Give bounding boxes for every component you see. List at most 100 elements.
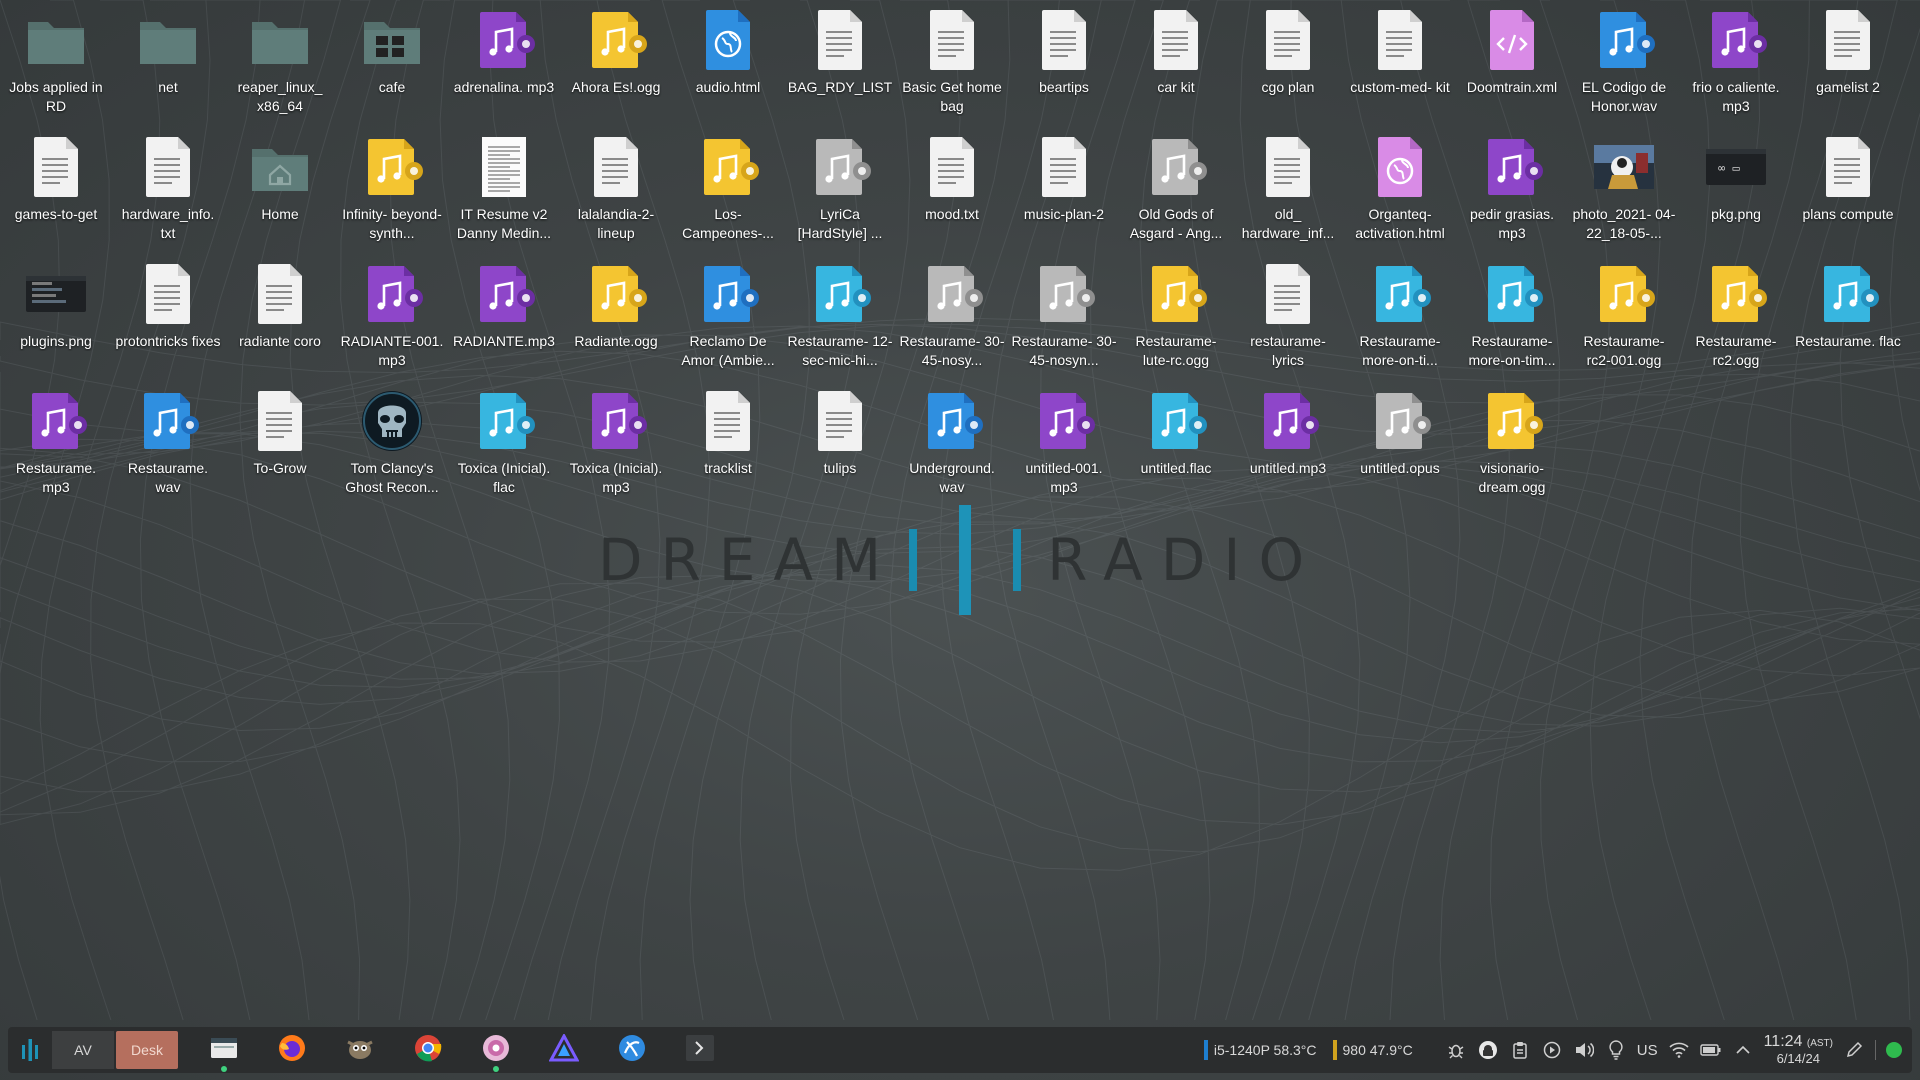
app-launcher-button[interactable] (8, 1030, 52, 1070)
desktop-item[interactable]: restaurame- lyrics (1234, 256, 1342, 380)
firefox-task[interactable] (258, 1030, 326, 1070)
desktop-item[interactable]: Restaurame- more-on-ti... (1346, 256, 1454, 380)
desktop-item[interactable]: Infinity- beyond-synth... (338, 129, 446, 253)
desktop-item[interactable]: LyriCa [HardStyle] ... (786, 129, 894, 253)
gpu-monitor[interactable]: 980 47.9°C (1332, 1040, 1413, 1060)
desktop-item-label: restaurame- lyrics (1250, 333, 1326, 368)
desktop-item[interactable]: custom-med- kit (1346, 2, 1454, 126)
vpn-icon[interactable] (1477, 1039, 1499, 1061)
desktop-item[interactable]: Restaurame- more-on-tim... (1458, 256, 1566, 380)
audio-file-icon (136, 389, 200, 453)
desktop-item[interactable]: Basic Get home bag (898, 2, 1006, 126)
desktop-item[interactable]: gamelist 2 (1794, 2, 1902, 126)
media-play-icon[interactable] (1541, 1039, 1563, 1061)
desktop-item[interactable]: Restaurame- 12-sec-mic-hi... (786, 256, 894, 380)
desktop-item[interactable]: Underground. wav (898, 383, 1006, 507)
desktop-item[interactable]: plans compute (1794, 129, 1902, 253)
desktop-item[interactable]: cgo plan (1234, 2, 1342, 126)
desktop-item[interactable]: ∞ ▭ pkg.png (1682, 129, 1790, 253)
desktop-item[interactable]: radiante coro (226, 256, 334, 380)
desktop-item[interactable]: frio o caliente. mp3 (1682, 2, 1790, 126)
desktop-item-label: BAG_RDY_LIST (787, 79, 893, 95)
desktop-item[interactable]: untitled-001. mp3 (1010, 383, 1118, 507)
text-file-icon (1816, 135, 1880, 199)
folder-icon (24, 8, 88, 72)
bug-icon[interactable] (1445, 1039, 1467, 1061)
desktop-item[interactable]: EL Codigo de Honor.wav (1570, 2, 1678, 126)
desktop-item[interactable]: Radiante.ogg (562, 256, 670, 380)
desktop-item[interactable]: Old Gods of Asgard - Ang... (1122, 129, 1230, 253)
desktop-item[interactable]: cafe (338, 2, 446, 126)
desktop-item[interactable]: Los- Campeones-... (674, 129, 782, 253)
desktop-item[interactable]: To-Grow (226, 383, 334, 507)
desktop-item[interactable]: old_ hardware_inf... (1234, 129, 1342, 253)
desktop-item[interactable]: lalalandia-2- lineup (562, 129, 670, 253)
lightbulb-icon[interactable] (1605, 1039, 1627, 1061)
desktop-item[interactable]: Restaurame- 30-45-nosyn... (1010, 256, 1118, 380)
desktop-item-label: Restaurame. flac (1795, 333, 1901, 349)
cpu-monitor[interactable]: i5-1240P 58.3°C (1203, 1040, 1317, 1060)
desktop-item[interactable]: BAG_RDY_LIST (786, 2, 894, 126)
desktop-item[interactable]: adrenalina. mp3 (450, 2, 558, 126)
desktop-item[interactable]: net (114, 2, 222, 126)
desktop-item[interactable]: untitled.mp3 (1234, 383, 1342, 507)
file-manager-task[interactable] (190, 1030, 258, 1072)
desktop-item[interactable]: mood.txt (898, 129, 1006, 253)
desktop-item[interactable]: tulips (786, 383, 894, 507)
desktop-item[interactable]: Reclamo De Amor (Ambie... (674, 256, 782, 380)
chrome-task[interactable] (394, 1030, 462, 1070)
gimp-task[interactable] (326, 1030, 394, 1070)
desktop-item[interactable]: Restaurame- 30-45-nosy... (898, 256, 1006, 380)
virtual-desktop-desk[interactable]: Desk (116, 1031, 178, 1069)
desktop-item-label: net (158, 79, 178, 95)
desktop-item[interactable]: Restaurame- lute-rc.ogg (1122, 256, 1230, 380)
clipboard-icon[interactable] (1509, 1039, 1531, 1061)
desktop-item[interactable]: tracklist (674, 383, 782, 507)
desktop-item[interactable]: untitled.flac (1122, 383, 1230, 507)
triangle-app-task[interactable] (530, 1030, 598, 1070)
desktop-item[interactable]: visionario- dream.ogg (1458, 383, 1566, 507)
desktop-item[interactable]: Restaurame- rc2.ogg (1682, 256, 1790, 380)
blue-app-task[interactable] (598, 1030, 666, 1070)
desktop-item[interactable]: audio.html (674, 2, 782, 126)
desktop-item[interactable]: Toxica (Inicial). flac (450, 383, 558, 507)
pen-icon[interactable] (1843, 1039, 1865, 1061)
desktop-item[interactable]: Restaurame- rc2-001.ogg (1570, 256, 1678, 380)
digital-clock[interactable]: 11:24 (AST) 6/14/24 (1763, 1033, 1833, 1067)
desktop-item[interactable]: Restaurame. wav (114, 383, 222, 507)
desktop-item[interactable]: Tom Clancy's Ghost Recon... (338, 383, 446, 507)
desktop-item[interactable]: games-to-get (2, 129, 110, 253)
terminal-task[interactable] (666, 1030, 734, 1070)
desktop-item[interactable]: pedir grasias. mp3 (1458, 129, 1566, 253)
desktop-item[interactable]: Restaurame. mp3 (2, 383, 110, 507)
desktop-item[interactable]: photo_2021- 04-22_18-05-... (1570, 129, 1678, 253)
desktop-item[interactable]: Ahora Es!.ogg (562, 2, 670, 126)
desktop-item[interactable]: car kit (1122, 2, 1230, 126)
desktop-item[interactable]: RADIANTE-001. mp3 (338, 256, 446, 380)
desktop-item[interactable]: music-plan-2 (1010, 129, 1118, 253)
desktop-item[interactable]: protontricks fixes (114, 256, 222, 380)
status-icon[interactable] (1886, 1042, 1902, 1058)
wifi-icon[interactable] (1668, 1039, 1690, 1061)
desktop-item[interactable]: untitled.opus (1346, 383, 1454, 507)
desktop-item[interactable]: Jobs applied in RD (2, 2, 110, 126)
desktop-item[interactable]: beartips (1010, 2, 1118, 126)
desktop-item[interactable]: reaper_linux_ x86_64 (226, 2, 334, 126)
volume-icon[interactable] (1573, 1039, 1595, 1061)
desktop-item[interactable]: Home (226, 129, 334, 253)
keyboard-layout[interactable]: us (1637, 1042, 1658, 1059)
virtual-desktop-av[interactable]: AV (52, 1031, 114, 1069)
desktop-item[interactable]: Restaurame. flac (1794, 256, 1902, 380)
desktop-item[interactable]: Toxica (Inicial). mp3 (562, 383, 670, 507)
clock-time: 11:24 (1763, 1033, 1803, 1050)
desktop-item[interactable]: RADIANTE.mp3 (450, 256, 558, 380)
desktop-item[interactable]: Organteq- activation.html (1346, 129, 1454, 253)
desktop-item[interactable]: hardware_info. txt (114, 129, 222, 253)
expand-tray-icon[interactable] (1732, 1039, 1754, 1061)
desktop-item[interactable]: Doomtrain.xml (1458, 2, 1566, 126)
desktop-item[interactable]: plugins.png (2, 256, 110, 380)
pink-app-task[interactable] (462, 1030, 530, 1072)
desktop-item[interactable]: IT Resume v2 Danny Medin... (450, 129, 558, 253)
battery-icon[interactable] (1699, 1039, 1722, 1061)
audio-file-icon (1704, 262, 1768, 326)
